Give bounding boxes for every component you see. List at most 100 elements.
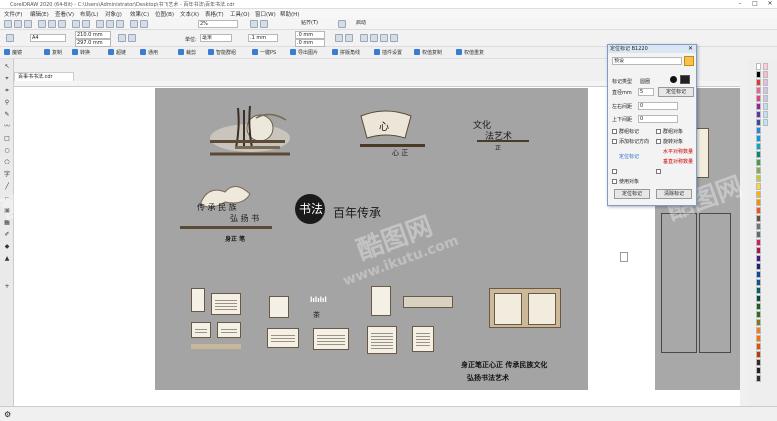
- color-swatch[interactable]: [756, 135, 761, 142]
- color-swatch[interactable]: [756, 223, 761, 230]
- search-icon[interactable]: [96, 20, 104, 28]
- color-swatch[interactable]: [756, 255, 761, 262]
- cut-icon[interactable]: [38, 20, 46, 28]
- menu-bitmaps[interactable]: 位图(B): [155, 10, 174, 18]
- align-icon[interactable]: [360, 34, 368, 42]
- color-swatch[interactable]: [756, 199, 761, 206]
- menu-help[interactable]: 帮助(H): [280, 10, 299, 18]
- color-swatch[interactable]: [756, 375, 761, 382]
- document-page[interactable]: 心 心 正 文化 法艺术 正 传 承 民 族 弘 扬 书 身正 笔 书法 百年传…: [0, 88, 588, 390]
- page-width-field[interactable]: 210.0 mm: [75, 31, 111, 39]
- menu-window[interactable]: 窗口(W): [255, 10, 276, 18]
- undo-icon[interactable]: [72, 20, 80, 28]
- mark-checkbox-b[interactable]: [656, 169, 661, 174]
- preset-folder-icon[interactable]: [684, 56, 694, 66]
- color-swatch[interactable]: [763, 63, 768, 70]
- menu-text[interactable]: 文本(X): [180, 10, 199, 18]
- color-swatch[interactable]: [756, 159, 761, 166]
- color-swatch[interactable]: [763, 111, 768, 118]
- color-swatch[interactable]: [756, 319, 761, 326]
- landscape-icon[interactable]: [128, 34, 136, 42]
- plugin-settings[interactable]: 插件设置: [374, 49, 402, 56]
- color-swatch[interactable]: [756, 279, 761, 286]
- color-swatch[interactable]: [763, 103, 768, 110]
- ellipse-tool-icon[interactable]: ○: [3, 147, 11, 155]
- rulers-icon[interactable]: [260, 20, 268, 28]
- color-swatch[interactable]: [756, 207, 761, 214]
- color-swatch[interactable]: [756, 231, 761, 238]
- crop-tool-icon[interactable]: ⌗: [3, 87, 11, 95]
- menu-effects[interactable]: 效果(C): [130, 10, 149, 18]
- color-swatch[interactable]: [756, 183, 761, 190]
- plugin-crop[interactable]: 裁剪: [178, 49, 196, 56]
- color-swatch[interactable]: [756, 303, 761, 310]
- zoom-level-select[interactable]: 2%: [198, 20, 238, 28]
- artistic-media-icon[interactable]: 〰: [3, 123, 11, 131]
- plugin-mirror[interactable]: 魔镜: [4, 49, 22, 56]
- rectangle-tool-icon[interactable]: □: [3, 135, 11, 143]
- color-swatch[interactable]: [763, 71, 768, 78]
- color-swatch[interactable]: [756, 63, 761, 70]
- zoom-tool-icon[interactable]: ⚲: [3, 99, 11, 107]
- color-swatch[interactable]: [756, 367, 761, 374]
- color-swatch[interactable]: [763, 87, 768, 94]
- publish-icon[interactable]: [130, 20, 138, 28]
- smart-fill-icon[interactable]: ▲: [3, 255, 11, 263]
- plugin-weight-copy[interactable]: 权值复制: [414, 49, 442, 56]
- color-swatch[interactable]: [756, 79, 761, 86]
- color-swatch[interactable]: [756, 335, 761, 342]
- new-icon[interactable]: [4, 20, 12, 28]
- interactive-fill-icon[interactable]: ◆: [3, 243, 11, 251]
- color-swatch[interactable]: [756, 215, 761, 222]
- mark-checkbox-a[interactable]: [612, 169, 617, 174]
- full-screen-icon[interactable]: [250, 20, 258, 28]
- tb-spacing-field[interactable]: 0: [638, 115, 678, 123]
- plugin-one-click-ps[interactable]: 一键PS: [252, 49, 276, 56]
- launch-menu[interactable]: 启动: [355, 20, 383, 28]
- lr-spacing-field[interactable]: 0: [638, 102, 678, 110]
- all-pages-icon[interactable]: [335, 34, 343, 42]
- color-swatch[interactable]: [756, 119, 761, 126]
- mark-type-value[interactable]: 圆圈: [640, 78, 650, 85]
- color-swatch[interactable]: [756, 95, 761, 102]
- page-height-field[interactable]: 297.0 mm: [75, 39, 111, 47]
- color-swatch[interactable]: [756, 263, 761, 270]
- plugin-convert[interactable]: 转换: [72, 49, 90, 56]
- menu-edit[interactable]: 编辑(E): [30, 10, 49, 18]
- menu-table[interactable]: 表格(T): [205, 10, 224, 18]
- pick-tool-icon[interactable]: ↖: [3, 63, 11, 71]
- freehand-tool-icon[interactable]: ✎: [3, 111, 11, 119]
- color-swatch[interactable]: [756, 111, 761, 118]
- current-page-icon[interactable]: [345, 34, 353, 42]
- plugin-smart-group[interactable]: 智能群组: [208, 49, 236, 56]
- page-icon[interactable]: [620, 252, 628, 262]
- text-tool-icon[interactable]: 字: [3, 171, 11, 179]
- snap-to-menu[interactable]: 贴齐(T): [300, 20, 328, 28]
- group-objects-checkbox[interactable]: [656, 129, 661, 134]
- color-swatch[interactable]: [756, 87, 761, 94]
- copy-icon[interactable]: [48, 20, 56, 28]
- reg-mark-link[interactable]: 定位标记: [619, 153, 639, 160]
- duplicate-x-field[interactable]: .0 mm: [295, 31, 325, 39]
- color-swatch[interactable]: [756, 127, 761, 134]
- color-swatch[interactable]: [756, 191, 761, 198]
- weld-icon[interactable]: [380, 34, 388, 42]
- color-swatch[interactable]: [763, 95, 768, 102]
- document-tab[interactable]: 百事书书法.cdr: [14, 72, 74, 81]
- color-swatch[interactable]: [756, 287, 761, 294]
- color-eyedropper-icon[interactable]: ✐: [3, 231, 11, 239]
- clear-marks-button[interactable]: 清除标记: [656, 189, 692, 199]
- menu-view[interactable]: 查看(V): [55, 10, 74, 18]
- export-icon[interactable]: [116, 20, 124, 28]
- apply-mark-button[interactable]: 定位标记: [658, 87, 694, 97]
- plugin-hyperlink[interactable]: 超链: [108, 49, 126, 56]
- distribute-icon[interactable]: [370, 34, 378, 42]
- plugin-crop-marks[interactable]: 拼版角线: [332, 49, 360, 56]
- color-swatch[interactable]: [756, 103, 761, 110]
- paper-size-select[interactable]: A4: [30, 34, 66, 42]
- color-swatch[interactable]: [756, 327, 761, 334]
- color-swatch[interactable]: [756, 271, 761, 278]
- add-tool-icon[interactable]: +: [3, 283, 11, 291]
- color-swatch[interactable]: [756, 295, 761, 302]
- menu-file[interactable]: 文件(F): [4, 10, 22, 18]
